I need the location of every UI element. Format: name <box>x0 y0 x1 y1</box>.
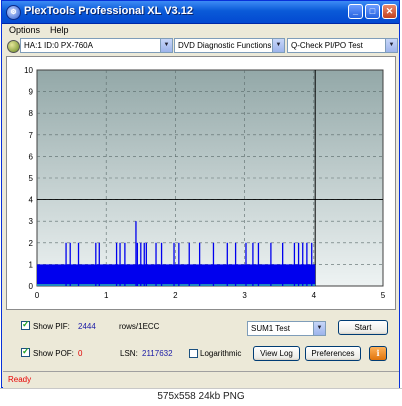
y-tick-label: 8 <box>29 109 34 118</box>
y-tick-label: 5 <box>29 174 34 183</box>
test-select-value: Q-Check PI/PO Test <box>291 41 363 50</box>
lsn-value: 2117632 <box>142 349 173 358</box>
preferences-button[interactable]: Preferences <box>305 346 361 361</box>
x-tick-label: 1 <box>104 291 109 300</box>
drive-select[interactable]: HA:1 ID:0 PX-760A ▼ <box>20 38 173 53</box>
show-pof-label: Show POF: <box>33 349 74 358</box>
show-pif-checkbox[interactable]: ✓ <box>21 319 30 330</box>
status-text: Ready <box>8 375 32 384</box>
x-tick-label: 5 <box>381 291 386 300</box>
sum-test-select[interactable]: SUM1 Test ▼ <box>247 321 326 336</box>
function-select[interactable]: DVD Diagnostic Functions ▼ <box>174 38 285 53</box>
y-tick-label: 2 <box>29 239 34 248</box>
y-tick-label: 9 <box>29 88 34 97</box>
image-caption: 575x558 24kb PNG <box>0 388 402 406</box>
y-tick-label: 7 <box>29 131 34 140</box>
check-icon: ✓ <box>22 346 30 356</box>
menu-help[interactable]: Help <box>50 23 69 37</box>
disc-drive-icon <box>7 40 20 53</box>
x-tick-label: 4 <box>312 291 317 300</box>
app-window: ⚙ PlexTools Professional XL V3.12 _ □ ✕ … <box>1 0 400 388</box>
logarithmic-label: Logarithmic <box>200 349 242 358</box>
check-icon: ✓ <box>22 319 30 329</box>
chevron-down-icon[interactable]: ▼ <box>160 39 172 52</box>
rows-label: rows/1ECC <box>119 322 160 331</box>
info-button[interactable]: i <box>369 346 387 361</box>
minimize-button[interactable]: _ <box>348 4 363 19</box>
x-tick-label: 2 <box>173 291 178 300</box>
menu-options[interactable]: Options <box>9 23 40 37</box>
window-title: PlexTools Professional XL V3.12 <box>24 5 193 17</box>
maximize-button[interactable]: □ <box>365 4 380 19</box>
start-button[interactable]: Start <box>338 320 388 335</box>
close-button[interactable]: ✕ <box>382 4 397 19</box>
chevron-down-icon[interactable]: ▼ <box>272 39 284 52</box>
chart-panel: 0 1 2 3 4 5 6 7 8 9 10 0 1 2 3 4 5 <box>6 56 396 310</box>
chevron-down-icon[interactable]: ▼ <box>313 322 325 335</box>
status-bar: Ready <box>3 371 399 388</box>
plextools-app-icon: ⚙ <box>6 5 21 20</box>
test-select[interactable]: Q-Check PI/PO Test ▼ <box>287 38 398 53</box>
show-pif-label: Show PIF: <box>33 322 70 331</box>
lsn-label: LSN: <box>120 349 138 358</box>
y-tick-label: 4 <box>29 196 34 205</box>
y-tick-label: 10 <box>24 66 33 75</box>
y-tick-label: 0 <box>29 282 34 291</box>
show-pof-checkbox[interactable]: ✓ <box>21 346 30 357</box>
menu-bar: Options Help <box>4 23 69 37</box>
pi-chart: 0 1 2 3 4 5 6 7 8 9 10 0 1 2 3 4 5 <box>24 66 386 300</box>
drive-select-value: HA:1 ID:0 PX-760A <box>24 41 93 50</box>
pof-value: 0 <box>78 349 83 358</box>
chevron-down-icon[interactable]: ▼ <box>385 39 397 52</box>
logarithmic-checkbox[interactable] <box>189 349 198 358</box>
title-bar[interactable]: ⚙ PlexTools Professional XL V3.12 _ □ ✕ <box>2 1 399 24</box>
y-tick-label: 6 <box>29 152 34 161</box>
toolbar: HA:1 ID:0 PX-760A ▼ DVD Diagnostic Funct… <box>6 38 398 54</box>
x-tick-label: 3 <box>242 291 247 300</box>
y-tick-label: 3 <box>29 217 34 226</box>
y-tick-label: 1 <box>29 260 34 269</box>
view-log-button[interactable]: View Log <box>253 346 300 361</box>
pif-value: 2444 <box>78 322 96 331</box>
function-select-value: DVD Diagnostic Functions <box>178 41 272 50</box>
x-tick-label: 0 <box>35 291 40 300</box>
sum-test-select-value: SUM1 Test <box>251 324 290 333</box>
